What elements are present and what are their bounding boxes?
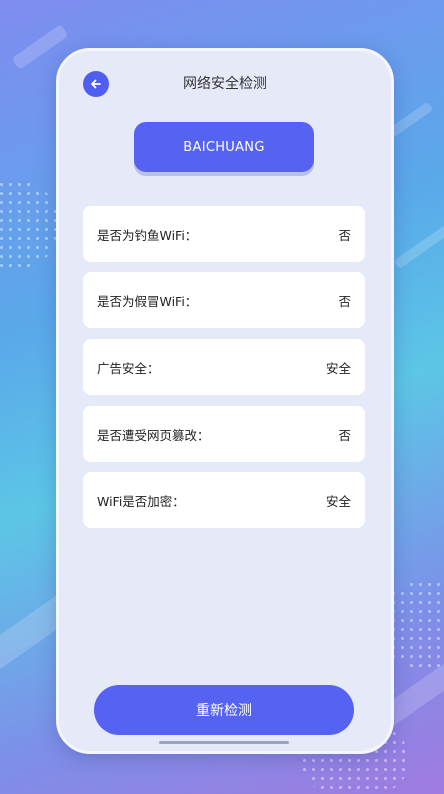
check-row-encryption: WiFi是否加密： 安全 [83,472,365,528]
check-row-ad-safety: 广告安全： 安全 [83,339,365,395]
page-title: 网络安全检测 [183,76,267,92]
check-value: 否 [338,427,351,443]
check-label: 是否为钓鱼WiFi： [97,227,198,243]
app-card: 网络安全检测 BAICHUANG 是否为钓鱼WiFi： 否 是否为假冒WiFi：… [56,48,394,754]
check-value: 否 [338,293,351,309]
check-row-phishing: 是否为钓鱼WiFi： 否 [83,206,365,262]
check-value: 安全 [325,360,351,376]
check-label: 广告安全： [97,360,160,376]
check-label: WiFi是否加密： [97,493,185,509]
decorative-stripe [11,24,69,70]
check-value: 安全 [325,493,351,509]
decorative-dots [0,180,60,270]
check-label: 是否遭受网页篡改： [97,427,210,443]
network-name-badge: BAICHUANG [134,122,314,172]
check-row-web-tamper: 是否遭受网页篡改： 否 [83,406,365,462]
home-indicator [159,741,289,744]
check-value: 否 [338,227,351,243]
check-label: 是否为假冒WiFi： [97,293,198,309]
check-row-fake-wifi: 是否为假冒WiFi： 否 [83,272,365,328]
decorative-stripe [393,220,444,270]
recheck-button[interactable]: 重新检测 [94,685,354,735]
